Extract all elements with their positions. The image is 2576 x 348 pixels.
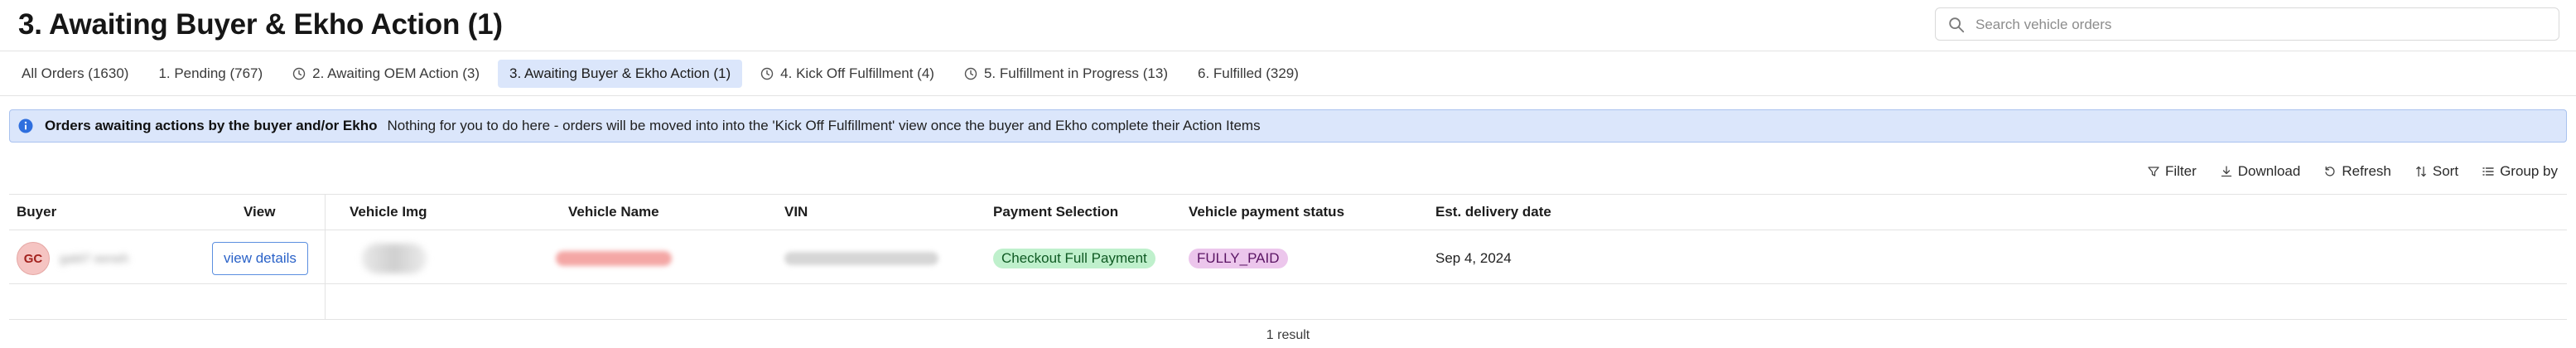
tab-label: 6. Fulfilled (329) [1198,65,1299,81]
column-header-payment-selection[interactable]: Payment Selection [993,204,1118,220]
banner-message: Nothing for you to do here - orders will… [387,118,1261,133]
filter-button[interactable]: Filter [2147,163,2197,180]
vehicle-image [362,240,427,277]
filter-label: Filter [2164,163,2197,179]
search-icon [1949,17,1965,33]
buyer-name: gaM7 eeneh [60,251,129,266]
banner-title: Orders awaiting actions by the buyer and… [45,118,378,133]
divider [9,194,2567,195]
download-icon [2221,166,2231,177]
payment-selection-tag: Checkout Full Payment [993,249,1155,268]
tab-fulfilled[interactable]: 6. Fulfilled (329) [1186,60,1310,88]
tab-awaiting-oem-action[interactable]: 2. Awaiting OEM Action (3) [281,60,491,88]
download-label: Download [2237,163,2301,179]
vin-redacted [784,252,938,265]
search-placeholder: Search vehicle orders [1975,17,2112,32]
filter-icon [2148,167,2159,176]
column-header-est-delivery-date[interactable]: Est. delivery date [1435,204,1551,220]
clock-icon [964,67,977,80]
tab-fulfillment-in-progress[interactable]: 5. Fulfillment in Progress (13) [953,60,1179,88]
clock-icon [292,67,306,80]
vehicle-name-redacted [556,251,672,266]
list-icon [2482,167,2494,176]
sort-button[interactable]: Sort [2414,163,2458,180]
est-delivery-date: Sep 4, 2024 [1435,250,1512,266]
column-header-vehicle-name[interactable]: Vehicle Name [568,204,659,220]
column-header-vin[interactable]: VIN [784,204,808,220]
tab-all-orders[interactable]: All Orders (1630) [10,60,140,88]
tab-label: 1. Pending (767) [158,65,263,81]
view-details-button[interactable]: view details [212,242,308,275]
search-input[interactable]: Search vehicle orders [1935,7,2559,41]
vehicle-thumbnail [362,244,427,273]
table-toolbar: Filter Download Refresh Sort Group by [2124,161,2558,182]
tab-pending[interactable]: 1. Pending (767) [147,60,274,88]
group-by-button[interactable]: Group by [2482,163,2558,180]
tab-label: All Orders (1630) [22,65,129,81]
refresh-button[interactable]: Refresh [2323,163,2391,180]
tab-kick-off-fulfillment[interactable]: 4. Kick Off Fulfillment (4) [749,60,946,88]
refresh-icon [2325,166,2335,176]
column-header-view[interactable]: View [244,204,275,220]
avatar: GC [17,242,50,275]
divider [9,283,2567,284]
frozen-column-divider [325,194,326,320]
payment-selection-cell: Checkout Full Payment [993,240,1155,277]
tab-label: 4. Kick Off Fulfillment (4) [780,65,934,81]
table-row[interactable]: GC gaM7 eeneh [17,240,128,277]
payment-status-tag: FULLY_PAID [1189,249,1288,268]
sort-label: Sort [2432,163,2459,179]
divider [0,95,2576,96]
tab-label: 5. Fulfillment in Progress (13) [983,65,1168,81]
page-header: 3. Awaiting Buyer & Ekho Action (1) Sear… [0,0,2576,51]
vin-cell [784,240,938,277]
vehicle-name-cell [556,240,672,277]
group-by-label: Group by [2500,163,2558,179]
result-count: 1 result [1266,328,1310,342]
sort-icon [2416,166,2426,177]
info-banner: Orders awaiting actions by the buyer and… [9,109,2567,143]
divider [9,319,2567,320]
view-cell: view details [212,240,308,277]
payment-status-cell: FULLY_PAID [1189,240,1288,277]
info-icon [18,118,33,133]
status-tabs: All Orders (1630) 1. Pending (767) 2. Aw… [10,60,1317,88]
tab-label: 3. Awaiting Buyer & Ekho Action (1) [509,65,731,81]
tab-label: 2. Awaiting OEM Action (3) [312,65,480,81]
column-header-vehicle-img[interactable]: Vehicle Img [350,204,427,220]
column-header-buyer[interactable]: Buyer [17,204,56,220]
clock-icon [760,67,774,80]
tab-awaiting-buyer-ekho-action[interactable]: 3. Awaiting Buyer & Ekho Action (1) [498,60,743,88]
refresh-label: Refresh [2342,163,2391,179]
page-title: 3. Awaiting Buyer & Ekho Action (1) [18,8,503,41]
download-button[interactable]: Download [2220,163,2301,180]
orders-table: Buyer View Vehicle Img Vehicle Name VIN … [9,194,2567,320]
column-header-vehicle-payment-status[interactable]: Vehicle payment status [1189,204,1344,220]
